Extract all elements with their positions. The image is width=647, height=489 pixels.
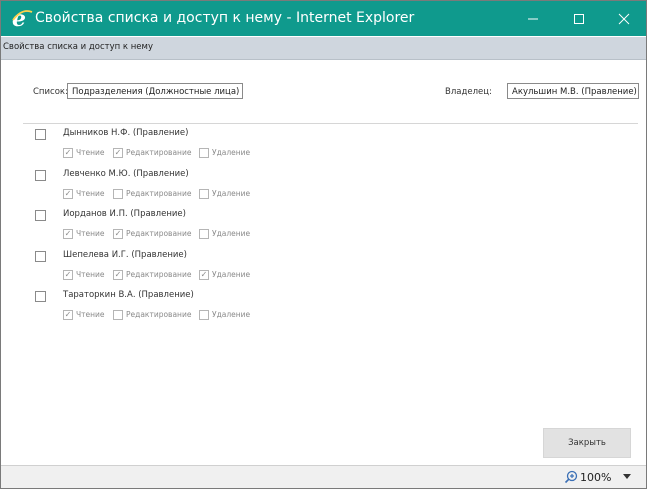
person-checkbox[interactable] <box>35 250 46 262</box>
edit-permission-checkbox[interactable] <box>113 188 123 199</box>
ie-icon: e <box>12 6 33 30</box>
status-bar: 100% <box>1 465 646 488</box>
list-label: Список: <box>33 87 68 97</box>
delete-permission-checkbox[interactable] <box>199 188 209 199</box>
zoom-level[interactable]: 100% <box>580 471 611 484</box>
close-window-button[interactable] <box>601 1 646 36</box>
person-name: Левченко М.Ю. (Правление) <box>63 168 189 179</box>
person-checkbox[interactable] <box>35 169 46 181</box>
person-name: Тараторкин В.А. (Правление) <box>63 290 194 300</box>
read-permission-checkbox[interactable]: ✓ <box>63 310 73 320</box>
page-header: Свойства списка и доступ к нему <box>1 37 646 60</box>
main-content: Список: Подразделения (Должностные лица)… <box>1 60 646 465</box>
maximize-icon <box>574 13 584 24</box>
delete-permission-label: Удаление <box>212 148 251 157</box>
read-permission-label: Чтение <box>76 229 105 238</box>
read-permission-label: Чтение <box>76 269 105 279</box>
delete-permission-checkbox[interactable] <box>199 148 209 158</box>
read-permission-checkbox[interactable]: ✓ <box>63 269 73 280</box>
zoom-dropdown-icon[interactable] <box>623 474 631 480</box>
zoom-icon[interactable] <box>561 469 581 486</box>
edit-permission-label: Редактирование <box>126 310 192 319</box>
person-name: Шепелева И.Г. (Правление) <box>63 249 187 260</box>
edit-permission-label: Редактирование <box>126 229 192 238</box>
close-button[interactable]: Закрыть <box>543 428 631 458</box>
window-title: Свойства списка и доступ к нему - Intern… <box>35 10 415 26</box>
minimize-icon <box>528 18 538 19</box>
person-checkbox[interactable] <box>35 210 46 221</box>
read-permission-checkbox[interactable]: ✓ <box>63 229 73 239</box>
owner-field[interactable]: Акульшин М.В. (Правление) <box>507 83 639 99</box>
edit-permission-label: Редактирование <box>126 148 192 157</box>
close-icon <box>618 13 630 24</box>
edit-permission-label: Редактирование <box>126 269 192 279</box>
minimize-button[interactable] <box>510 1 556 36</box>
edit-permission-label: Редактирование <box>126 188 192 198</box>
read-permission-checkbox[interactable]: ✓ <box>63 148 73 158</box>
read-permission-label: Чтение <box>76 310 105 319</box>
edit-permission-checkbox[interactable] <box>113 310 123 320</box>
person-checkbox[interactable] <box>35 291 46 302</box>
maximize-button[interactable] <box>556 1 602 36</box>
delete-permission-label: Удаление <box>212 269 251 279</box>
read-permission-label: Чтение <box>76 188 105 198</box>
delete-permission-label: Удаление <box>212 188 251 198</box>
delete-permission-checkbox[interactable] <box>199 229 209 239</box>
edit-permission-checkbox[interactable]: ✓ <box>113 229 123 239</box>
edit-permission-checkbox[interactable]: ✓ <box>113 148 123 158</box>
read-permission-label: Чтение <box>76 148 105 157</box>
page-title: Свойства списка и доступ к нему <box>3 42 153 52</box>
person-name: Дынников Н.Ф. (Правление) <box>63 128 189 138</box>
person-checkbox[interactable] <box>35 129 46 140</box>
delete-permission-checkbox[interactable]: ✓ <box>199 269 209 280</box>
list-field[interactable]: Подразделения (Должностные лица) <box>67 83 243 99</box>
owner-label: Владелец: <box>445 87 492 97</box>
delete-permission-label: Удаление <box>212 310 251 319</box>
read-permission-checkbox[interactable]: ✓ <box>63 188 73 199</box>
divider <box>23 123 638 124</box>
edit-permission-checkbox[interactable]: ✓ <box>113 269 123 280</box>
person-name: Иорданов И.П. (Правление) <box>63 209 186 219</box>
title-bar: e Свойства списка и доступ к нему - Inte… <box>1 1 646 36</box>
delete-permission-checkbox[interactable] <box>199 310 209 320</box>
ie-window: e Свойства списка и доступ к нему - Inte… <box>0 0 647 489</box>
delete-permission-label: Удаление <box>212 229 251 238</box>
